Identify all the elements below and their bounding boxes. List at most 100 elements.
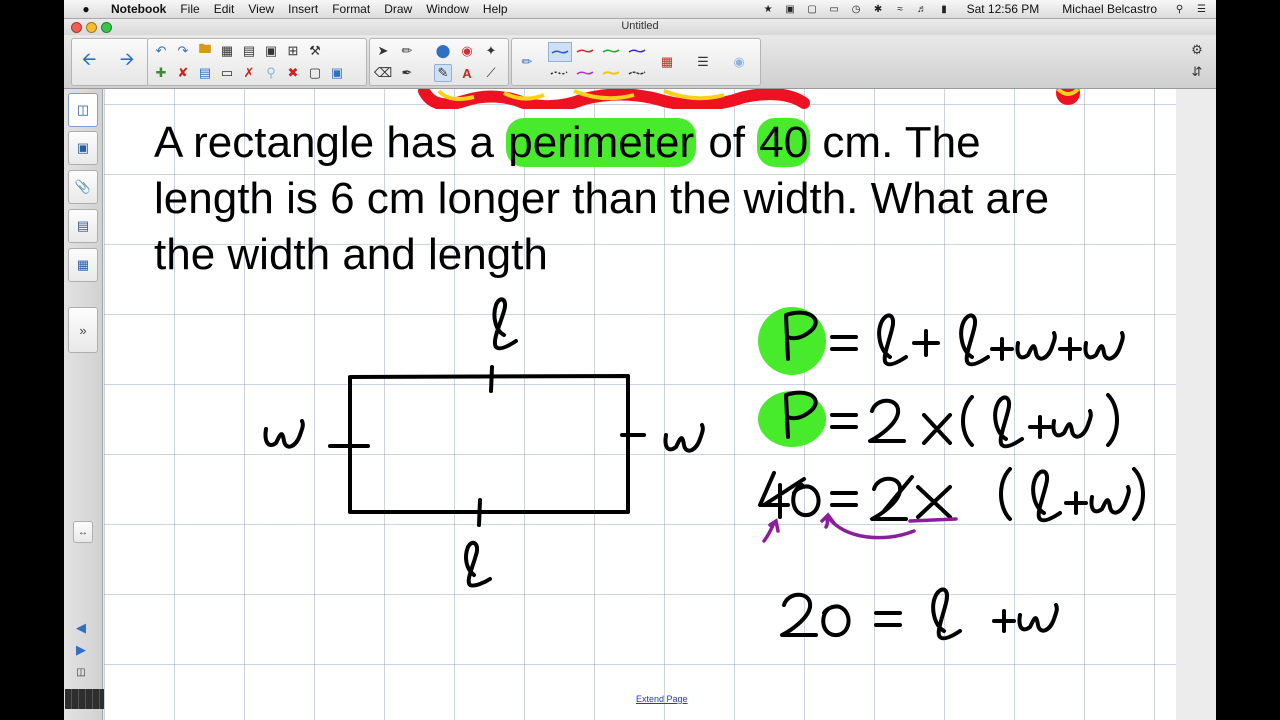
volume-icon[interactable]: ♬ xyxy=(916,4,929,15)
zoom-icon[interactable]: ⚲ xyxy=(262,64,280,82)
toolbar-position-icon[interactable]: ⇵ xyxy=(1188,63,1206,81)
label-l-bottom xyxy=(464,540,492,588)
double-chevron-right-icon: » xyxy=(79,322,87,338)
apple-menu-icon[interactable]: ● xyxy=(78,2,94,16)
ink-layer xyxy=(263,297,1145,641)
delete-icon[interactable]: ✖ xyxy=(284,64,302,82)
puzzle-icon: ▦ xyxy=(76,257,90,272)
line-tool-icon[interactable]: ⟋ xyxy=(482,64,500,82)
shapes-tool-icon[interactable]: ⬤ xyxy=(434,42,452,60)
highlighter-tool-icon[interactable]: ✎ xyxy=(434,64,452,82)
annotation-mark xyxy=(762,518,780,543)
delete-page-icon[interactable]: ✘ xyxy=(174,64,192,82)
resize-handle[interactable]: ↔ xyxy=(73,521,93,543)
equation-1 xyxy=(784,310,1125,367)
title-bar: Untitled xyxy=(64,19,1216,35)
drawing-tools-group: ➤ ✏ ⬤ ◉ ✦ ⌫ ✒ ✎ A ⟋ xyxy=(369,38,509,86)
undo-icon[interactable]: ↶ xyxy=(152,42,170,60)
pen-style-purple[interactable] xyxy=(574,64,596,82)
display-screen-icon[interactable]: ▢ xyxy=(306,64,324,82)
transparency-icon[interactable]: ◉ xyxy=(730,53,748,71)
spotlight-icon[interactable]: ⚲ xyxy=(1173,4,1186,15)
label-w-right xyxy=(663,423,705,453)
equation-2 xyxy=(784,390,1119,449)
magic-pen-icon[interactable]: ✦ xyxy=(482,42,500,60)
menu-draw[interactable]: Draw xyxy=(377,2,419,16)
screen-capture-icon[interactable]: ▣ xyxy=(262,42,280,60)
pen-style-blue[interactable] xyxy=(626,42,648,60)
pen-properties-icon[interactable]: ✏ xyxy=(518,53,536,71)
clear-page-icon[interactable]: ✗ xyxy=(240,64,258,82)
notebook-page[interactable]: A rectangle has a perimeter of 40 cm. Th… xyxy=(104,89,1215,720)
document-camera-icon[interactable]: ▦ xyxy=(218,42,236,60)
attachments-tab[interactable]: 📎 xyxy=(68,170,98,204)
pen-style-red[interactable] xyxy=(574,42,596,60)
bluetooth-icon[interactable]: ✱ xyxy=(872,4,885,15)
line-style-icon[interactable]: ☰ xyxy=(694,53,712,71)
battery-icon[interactable]: ▮ xyxy=(938,4,951,15)
properties-icon: ▤ xyxy=(76,218,90,233)
scroll-left-icon[interactable]: ◀ xyxy=(72,619,90,637)
menu-format[interactable]: Format xyxy=(325,2,377,16)
save-icon[interactable]: ▤ xyxy=(196,64,214,82)
resize-arrows-icon: ↔ xyxy=(78,526,88,538)
menu-insert[interactable]: Insert xyxy=(281,2,325,16)
menu-view[interactable]: View xyxy=(241,2,281,16)
menu-file[interactable]: File xyxy=(173,2,206,16)
select-tool-icon[interactable]: ➤ xyxy=(374,42,392,60)
open-folder-icon[interactable]: 🖿 xyxy=(196,41,214,60)
menu-window[interactable]: Window xyxy=(419,2,476,16)
airplay-icon[interactable]: ▭ xyxy=(828,4,841,15)
gallery-tab[interactable]: ▣ xyxy=(68,131,98,165)
menu-help[interactable]: Help xyxy=(476,2,515,16)
collapse-tabs-button[interactable]: » xyxy=(68,307,98,353)
pen-style-yellow[interactable] xyxy=(600,64,622,82)
creative-pen-icon[interactable]: ✒ xyxy=(398,64,416,82)
pen-style-blue-thin[interactable] xyxy=(548,42,572,62)
time-machine-icon[interactable]: ◷ xyxy=(850,4,863,15)
fullscreen-icon[interactable]: ▣ xyxy=(328,64,346,82)
pen-style-green[interactable] xyxy=(600,42,622,60)
page-sorter-tab[interactable]: ◫ xyxy=(68,93,98,127)
fill-tool-icon[interactable]: ◉ xyxy=(458,42,476,60)
measurement-tools-icon[interactable]: ⚒ xyxy=(306,42,324,60)
text-tool-icon[interactable]: A xyxy=(458,64,476,82)
page-add-icon[interactable]: ◫ xyxy=(72,663,90,681)
previous-page-icon[interactable]: 🡨 xyxy=(80,49,98,71)
add-ons-tab[interactable]: ▦ xyxy=(68,248,98,282)
settings-gear-icon[interactable]: ⚙ xyxy=(1188,41,1206,59)
window-title: Untitled xyxy=(621,20,659,32)
notification-center-icon[interactable]: ☰ xyxy=(1195,4,1208,15)
rectangle-drawing xyxy=(328,365,646,527)
status-app-icon[interactable]: ★ xyxy=(762,4,775,15)
pen-style-dark-dash[interactable] xyxy=(626,64,648,82)
scroll-right-icon[interactable]: ▶ xyxy=(72,641,90,659)
pen-tool-icon[interactable]: ✏ xyxy=(398,42,416,60)
color-palette-icon[interactable]: ▦ xyxy=(658,53,676,71)
table-icon[interactable]: ⊞ xyxy=(284,42,302,60)
paste-icon[interactable]: ▭ xyxy=(218,64,236,82)
menu-clock[interactable]: Sat 12:56 PM xyxy=(960,2,1047,16)
wifi-icon[interactable]: ≈ xyxy=(894,4,907,15)
menu-app-name[interactable]: Notebook xyxy=(104,2,173,16)
eraser-tool-icon[interactable]: ⌫ xyxy=(374,64,392,82)
properties-tab[interactable]: ▤ xyxy=(68,209,98,243)
redo-icon[interactable]: ↷ xyxy=(174,42,192,60)
label-l-top xyxy=(492,297,518,351)
pen-style-black-dash[interactable] xyxy=(548,64,570,82)
screen-mirror-icon[interactable]: ▣ xyxy=(784,4,797,15)
next-page-icon[interactable]: 🡪 xyxy=(118,49,136,71)
screen: ● Notebook File Edit View Insert Format … xyxy=(64,0,1216,720)
gallery-icon: ▣ xyxy=(76,140,90,155)
display-icon[interactable]: ▢ xyxy=(806,4,819,15)
page-sorter-icon: ◫ xyxy=(76,102,90,117)
action-tools-group: ↶ ↷ 🖿 ▦ ▤ ▣ ⊞ ⚒ ✚ ✘ ▤ ▭ ✗ ⚲ ✖ ▢ ▣ xyxy=(147,38,367,86)
menu-edit[interactable]: Edit xyxy=(207,2,242,16)
annotation-underline xyxy=(908,517,958,523)
equation-3 xyxy=(758,467,1145,523)
paperclip-icon: 📎 xyxy=(74,179,92,194)
screen-shade-icon[interactable]: ▤ xyxy=(240,42,258,60)
add-page-icon[interactable]: ✚ xyxy=(152,64,170,82)
extend-page-link[interactable]: Extend Page xyxy=(636,694,688,704)
menu-user[interactable]: Michael Belcastro xyxy=(1055,2,1164,16)
